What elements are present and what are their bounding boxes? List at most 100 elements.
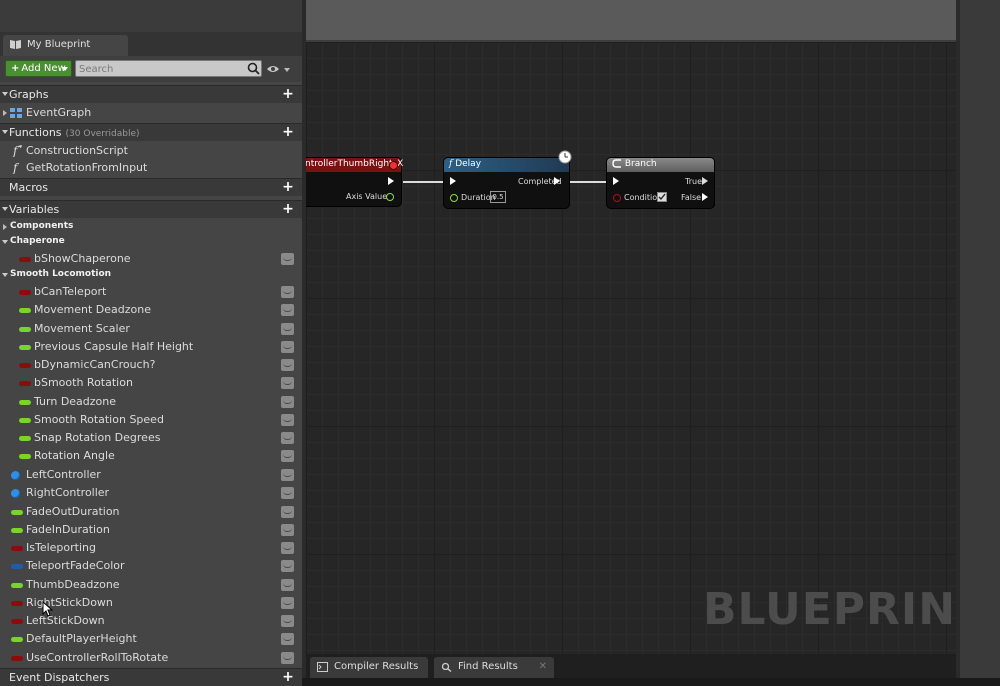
add-event-dispatcher-button[interactable]: + [282, 670, 294, 684]
variable-item[interactable]: bDynamicCanCrouch? [0, 356, 302, 374]
visibility-eye-icon[interactable] [281, 286, 294, 298]
visibility-eye-icon[interactable] [281, 615, 294, 627]
function-item-constructionscript[interactable]: f ConstructionScript [0, 142, 302, 160]
add-variable-button[interactable]: + [282, 202, 294, 216]
visibility-eye-icon[interactable] [281, 413, 294, 426]
delay-node[interactable]: f Delay Completed Duration 0.5 [444, 150, 572, 208]
variable-item[interactable]: Movement Deadzone [0, 301, 302, 319]
section-functions[interactable]: Functions (30 Overridable) + [0, 123, 302, 141]
variable-item[interactable]: ThumbDeadzone [0, 576, 302, 594]
bool-type-pin-icon [19, 363, 31, 368]
collapse-icon[interactable] [2, 273, 8, 277]
true-exec-pin[interactable] [702, 177, 708, 185]
variable-item[interactable]: bShowChaperone [0, 250, 302, 268]
category-label: Smooth Locomotion [10, 269, 112, 279]
visibility-eye-icon[interactable] [281, 651, 294, 664]
visibility-eye-icon[interactable] [281, 487, 294, 500]
variable-item[interactable]: Movement Scaler [0, 320, 302, 338]
search-input[interactable] [75, 60, 262, 77]
visibility-eye-icon[interactable] [281, 596, 294, 609]
visibility-eye-icon[interactable] [281, 578, 294, 591]
exec-in-pin[interactable] [450, 177, 456, 185]
variable-label: Turn Deadzone [34, 394, 117, 408]
tab-compiler-results[interactable]: Compiler Results [310, 657, 428, 678]
view-options-eye-icon[interactable] [266, 64, 280, 74]
visibility-eye-icon[interactable] [281, 523, 294, 536]
graph-canvas[interactable]: ntrollerThumbRight_X Axis Value f Delay … [306, 42, 956, 654]
false-exec-pin[interactable] [702, 193, 708, 201]
graph-item-label: EventGraph [26, 106, 92, 119]
variable-item[interactable]: IsTeleporting [0, 539, 302, 557]
variable-item[interactable]: bCanTeleport [0, 283, 302, 301]
section-macros[interactable]: Macros + [0, 178, 302, 196]
visibility-eye-icon[interactable] [281, 377, 294, 390]
variable-item[interactable]: LeftController [0, 466, 302, 484]
float-type-pin-icon [11, 582, 23, 588]
category-smooth-locomotion[interactable]: Smooth Locomotion [0, 268, 302, 283]
visibility-eye-icon[interactable] [281, 633, 294, 646]
section-event-dispatchers[interactable]: Event Dispatchers + [0, 668, 302, 686]
axis-value-pin[interactable] [386, 193, 394, 201]
collapse-icon[interactable] [2, 240, 8, 244]
expand-icon[interactable] [3, 110, 7, 116]
search-icon[interactable] [247, 62, 260, 75]
condition-checkbox[interactable] [657, 192, 667, 202]
tab-label: Compiler Results [334, 661, 419, 672]
expand-icon[interactable] [3, 224, 7, 230]
variable-item[interactable]: Previous Capsule Half Height [0, 338, 302, 356]
function-item-getrotationfrominput[interactable]: f GetRotationFromInput [0, 159, 302, 177]
duration-pin[interactable] [450, 194, 458, 202]
variable-item[interactable]: Rotation Angle [0, 447, 302, 465]
tab-find-results[interactable]: Find Results ✕ [434, 657, 554, 678]
variable-item[interactable]: TeleportFadeColor [0, 557, 302, 575]
graph-item-eventgraph[interactable]: EventGraph [0, 104, 302, 122]
variable-label: IsTeleporting [26, 541, 96, 554]
tab-my-blueprint[interactable]: My Blueprint [3, 35, 128, 56]
section-graphs[interactable]: Graphs + [0, 85, 302, 103]
visibility-eye-icon[interactable] [281, 432, 294, 444]
visibility-eye-icon[interactable] [281, 359, 294, 371]
category-components[interactable]: Components [0, 220, 302, 235]
view-options-chevron-icon[interactable] [284, 68, 290, 72]
variable-item[interactable]: Snap Rotation Degrees [0, 429, 302, 447]
section-variables[interactable]: Variables + [0, 200, 302, 218]
variable-label: LeftStickDown [26, 614, 105, 627]
visibility-eye-icon[interactable] [281, 469, 294, 481]
visibility-eye-icon[interactable] [281, 304, 294, 317]
close-icon[interactable]: ✕ [539, 661, 547, 672]
visibility-eye-icon[interactable] [281, 542, 294, 554]
visibility-eye-icon[interactable] [281, 322, 294, 335]
variable-item[interactable]: DefaultPlayerHeight [0, 630, 302, 648]
add-new-button[interactable]: + Add New [5, 60, 72, 77]
collapse-icon[interactable] [2, 130, 8, 134]
variable-item[interactable]: Turn Deadzone [0, 393, 302, 411]
variable-item[interactable]: UseControllerRollToRotate [0, 649, 302, 667]
axis-event-node[interactable]: ntrollerThumbRight_X Axis Value [306, 158, 403, 206]
variable-item[interactable]: bSmooth Rotation [0, 374, 302, 392]
exec-out-pin[interactable] [388, 177, 394, 185]
completed-exec-pin[interactable] [554, 177, 560, 185]
visibility-eye-icon[interactable] [281, 560, 294, 573]
add-graph-button[interactable]: + [282, 87, 294, 101]
variable-item[interactable]: RightController [0, 484, 302, 502]
section-graphs-label: Graphs [9, 88, 49, 101]
collapse-icon[interactable] [2, 92, 8, 96]
exec-in-pin[interactable] [613, 177, 619, 185]
duration-value-field[interactable]: 0.5 [490, 191, 506, 203]
visibility-eye-icon[interactable] [281, 253, 294, 265]
add-macro-button[interactable]: + [282, 180, 294, 194]
clock-icon [558, 150, 572, 164]
visibility-eye-icon[interactable] [281, 340, 294, 353]
add-function-button[interactable]: + [282, 125, 294, 139]
magnifier-icon [441, 662, 452, 672]
condition-pin[interactable] [613, 194, 621, 202]
variable-item[interactable]: FadeOutDuration [0, 503, 302, 521]
visibility-eye-icon[interactable] [281, 505, 294, 518]
visibility-eye-icon[interactable] [281, 395, 294, 408]
branch-node[interactable]: Branch True Condition False [607, 158, 714, 208]
visibility-eye-icon[interactable] [281, 450, 294, 463]
category-chaperone[interactable]: Chaperone [0, 235, 302, 250]
variable-item[interactable]: Smooth Rotation Speed [0, 411, 302, 429]
collapse-icon[interactable] [2, 207, 8, 211]
variable-item[interactable]: FadeInDuration [0, 521, 302, 539]
